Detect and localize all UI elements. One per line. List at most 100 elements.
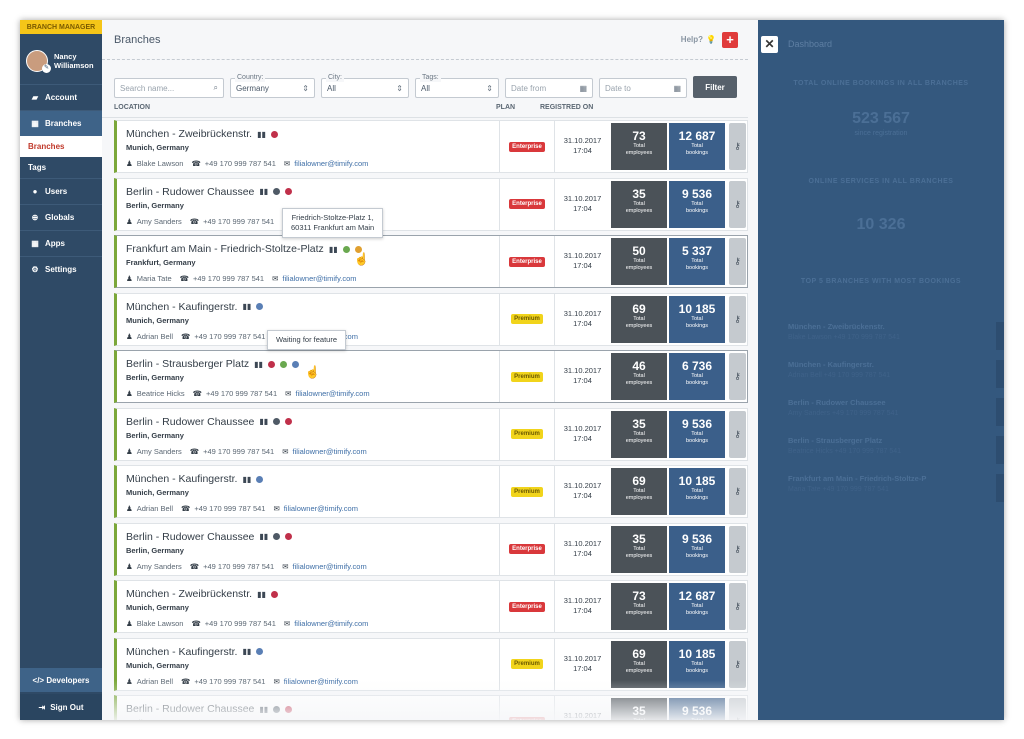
edit-pencil-icon[interactable]: ✎ — [42, 64, 51, 73]
map-icon[interactable]: ▮▮ — [259, 187, 268, 196]
sidebar-item-account[interactable]: ▰ Account — [20, 84, 102, 110]
tag-dot[interactable] — [285, 188, 293, 195]
map-icon[interactable]: ▮▮ — [259, 532, 268, 541]
key-icon[interactable]: ⚷ — [729, 238, 746, 285]
tag-dot[interactable] — [267, 360, 275, 368]
branch-name[interactable]: Frankfurt am Main - Friedrich-Stoltze-Pl… — [126, 243, 362, 255]
email-link[interactable]: filialowner@timify.com — [295, 389, 369, 398]
tag-dot[interactable] — [285, 418, 293, 425]
avatar[interactable]: ✎ — [26, 50, 51, 73]
branch-name[interactable]: Berlin - Rudower Chaussee ▮▮ — [126, 703, 293, 715]
tag-dot[interactable] — [291, 360, 299, 368]
key-icon[interactable]: ⚷ — [729, 525, 746, 573]
key-icon[interactable]: ⚷ — [729, 180, 746, 228]
key-icon[interactable]: ⚷ — [729, 353, 746, 400]
tag-dot[interactable] — [270, 590, 278, 598]
sidebar-item-globals[interactable]: ⊕ Globals — [20, 204, 102, 230]
add-branch-button[interactable]: + — [722, 31, 738, 48]
sidebar-item-apps[interactable]: ▦ Apps — [20, 230, 102, 256]
branch-row[interactable]: München - Kaufingerstr. ▮▮ Munich, Germa… — [114, 465, 748, 518]
branch-name[interactable]: Berlin - Rudower Chaussee ▮▮ — [126, 186, 293, 198]
tag-dot[interactable] — [285, 533, 293, 540]
map-icon[interactable]: ▮▮ — [242, 647, 251, 656]
sign-out-button[interactable]: ⇥ Sign Out — [20, 694, 102, 720]
country-select[interactable]: Country: Germany ⇕ — [230, 73, 315, 98]
user-profile[interactable]: ✎ Nancy Williamson — [20, 34, 102, 84]
branch-name[interactable]: München - Zweibrückenstr. ▮▮ — [126, 128, 278, 140]
branch-row[interactable]: Berlin - Rudower Chaussee ▮▮ Berlin, Ger… — [114, 695, 748, 720]
branch-name[interactable]: München - Kaufingerstr. ▮▮ — [126, 473, 264, 485]
map-icon[interactable]: ▮▮ — [242, 302, 251, 311]
top-branch-item[interactable]: München - Zweibrückenstr. Blake Lawson +4… — [788, 322, 1004, 350]
map-icon[interactable]: ▮▮ — [242, 475, 251, 484]
map-icon[interactable]: ▮▮ — [257, 590, 266, 599]
branch-name[interactable]: München - Zweibrückenstr. ▮▮ — [126, 588, 278, 600]
tag-dot[interactable] — [270, 130, 278, 138]
branch-row[interactable]: Berlin - Rudower Chaussee ▮▮ Berlin, Ger… — [114, 177, 748, 231]
email-link[interactable]: filialowner@timify.com — [294, 159, 368, 168]
sidebar-item-users[interactable]: ● Users — [20, 178, 102, 204]
date-to-input[interactable]: Date to ▦ — [599, 78, 687, 98]
map-icon[interactable]: ▮▮ — [259, 705, 268, 714]
tag-dot[interactable] — [273, 418, 281, 425]
email-link[interactable]: filialowner@timify.com — [294, 619, 368, 628]
map-icon[interactable]: ▮▮ — [254, 360, 263, 369]
close-button[interactable]: ✕ — [761, 36, 778, 53]
tag-dot[interactable] — [273, 705, 281, 713]
key-icon[interactable]: ⚷ — [729, 698, 746, 720]
branch-row[interactable]: Berlin - Rudower Chaussee ▮▮ Berlin, Ger… — [114, 522, 748, 576]
help-link[interactable]: Help? 💡 — [681, 35, 722, 44]
plan-badge: Premium — [511, 371, 543, 382]
branch-row[interactable]: Berlin - Rudower Chaussee ▮▮ Berlin, Ger… — [114, 407, 748, 461]
map-icon[interactable]: ▮▮ — [257, 130, 266, 139]
branch-row[interactable]: München - Zweibrückenstr. ▮▮ Munich, Ger… — [114, 120, 748, 173]
top-branch-item[interactable]: Frankfurt am Main - Friedrich-Stoltze-P M… — [788, 474, 1004, 502]
branch-row[interactable]: München - Kaufingerstr. ▮▮ Munich, Germa… — [114, 637, 748, 691]
map-icon[interactable]: ▮▮ — [259, 417, 268, 426]
branch-name[interactable]: Berlin - Strausberger Platz ▮▮ — [126, 358, 299, 370]
tags-select[interactable]: Tags: All ⇕ — [415, 73, 499, 98]
branch-name[interactable]: München - Kaufingerstr. ▮▮ — [126, 646, 264, 658]
branch-row[interactable]: München - Kaufingerstr. ▮▮ Munich, Germa… — [114, 292, 748, 346]
email-link[interactable]: filialowner@timify.com — [284, 677, 358, 686]
filter-button[interactable]: Filter — [693, 76, 737, 98]
tag-dot[interactable] — [273, 188, 281, 195]
key-icon[interactable]: ⚷ — [729, 583, 746, 630]
search-input[interactable]: Search name... ⌕ — [114, 78, 224, 98]
tag-dot[interactable] — [256, 648, 264, 655]
tag-dot[interactable] — [256, 475, 264, 483]
sidebar-item-settings[interactable]: ⚙ Settings — [20, 256, 102, 282]
tag-dot[interactable] — [279, 360, 287, 368]
branch-row[interactable]: Frankfurt am Main - Friedrich-Stoltze-Pl… — [114, 235, 748, 288]
branch-name[interactable]: München - Kaufingerstr. ▮▮ — [126, 301, 264, 313]
sidebar-item-branches[interactable]: ▦ Branches — [20, 110, 102, 136]
top-branch-item[interactable]: Berlin - Rudower Chaussee Amy Sanders +49… — [788, 398, 1004, 426]
tag-dot[interactable] — [285, 705, 293, 713]
city-select[interactable]: City: All ⇕ — [321, 73, 409, 98]
key-icon[interactable]: ⚷ — [729, 468, 746, 515]
sidebar-subitem-tags[interactable]: Tags — [20, 157, 102, 178]
key-icon[interactable]: ⚷ — [729, 640, 746, 688]
branch-name[interactable]: Berlin - Rudower Chaussee ▮▮ — [126, 531, 293, 543]
tag-dot[interactable] — [342, 245, 350, 253]
tag-dot[interactable] — [273, 533, 281, 540]
key-icon[interactable]: ⚷ — [729, 123, 746, 170]
email-link[interactable]: filialowner@timify.com — [293, 447, 367, 456]
tag-dot[interactable] — [256, 303, 264, 310]
top-branch-item[interactable]: München - Kaufingerstr. Adrian Bell +49 1… — [788, 360, 1004, 388]
top-branch-item[interactable]: Berlin - Strausberger Platz Beatrice Hick… — [788, 436, 1004, 464]
email-link[interactable]: filialowner@timify.com — [282, 274, 356, 283]
developers-link[interactable]: </> Developers — [20, 668, 102, 692]
map-icon[interactable]: ▮▮ — [329, 245, 338, 254]
sidebar-subitem-branches[interactable]: Branches — [20, 136, 102, 157]
email-link[interactable]: filialowner@timify.com — [293, 562, 367, 571]
branch-row[interactable]: München - Zweibrückenstr. ▮▮ Munich, Ger… — [114, 580, 748, 633]
feature-tooltip: Waiting for feature — [267, 330, 346, 350]
email-link[interactable]: filialowner@timify.com — [284, 504, 358, 513]
branch-row[interactable]: Berlin - Strausberger Platz ▮▮ Berlin, G… — [114, 350, 748, 403]
key-icon[interactable]: ⚷ — [729, 410, 746, 458]
date-from-input[interactable]: Date from ▦ — [505, 78, 593, 98]
key-icon[interactable]: ⚷ — [729, 295, 746, 343]
employees-tile: 46 Total employees — [611, 353, 667, 400]
branch-name[interactable]: Berlin - Rudower Chaussee ▮▮ — [126, 416, 293, 428]
